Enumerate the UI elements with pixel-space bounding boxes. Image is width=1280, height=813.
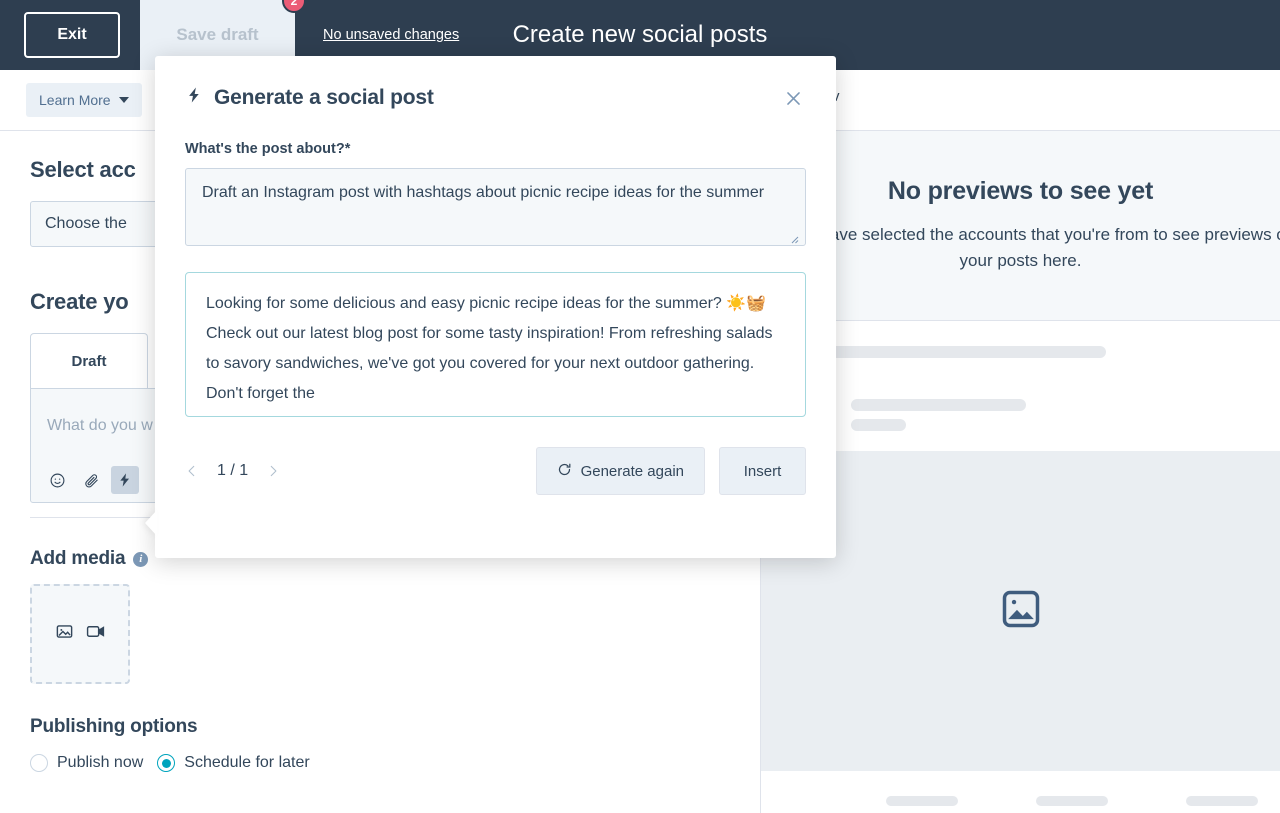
- ai-generate-icon[interactable]: [111, 466, 139, 494]
- radio-schedule-later[interactable]: Schedule for later: [157, 754, 309, 772]
- result-pager: 1 / 1: [185, 462, 280, 480]
- radio-schedule-later-label: Schedule for later: [184, 754, 309, 772]
- refresh-icon: [557, 462, 572, 481]
- modal-header: Generate a social post: [185, 84, 806, 112]
- preview-skeleton-bar: [851, 419, 906, 431]
- modal-title: Generate a social post: [185, 84, 434, 112]
- info-icon[interactable]: i: [133, 552, 148, 567]
- radio-schedule-later-circle[interactable]: [157, 754, 175, 772]
- next-result-icon[interactable]: [266, 462, 280, 480]
- preview-empty-state: No previews to see yet sure you have sel…: [761, 131, 1280, 321]
- modal-footer: 1 / 1 Generate again: [185, 447, 806, 495]
- exit-button-label: Exit: [57, 26, 86, 44]
- save-draft-label: Save draft: [176, 25, 258, 45]
- radio-publish-now-label: Publish now: [57, 754, 143, 772]
- preview-image-placeholder: [761, 451, 1280, 771]
- video-upload-icon[interactable]: [86, 622, 105, 646]
- compose-placeholder: What do you w: [47, 417, 153, 435]
- compose-toolbar: [43, 466, 139, 494]
- radio-publish-now[interactable]: Publish now: [30, 754, 143, 772]
- insert-label: Insert: [744, 463, 782, 480]
- prompt-field-label: What's the post about?*: [185, 141, 806, 157]
- preview-column: No previews to see yet sure you have sel…: [760, 131, 1280, 813]
- publishing-options-radios: Publish now Schedule for later: [30, 754, 730, 772]
- chevron-down-icon: [119, 97, 129, 103]
- lightning-bolt-icon: [185, 84, 203, 112]
- choose-accounts-value: Choose the: [45, 215, 127, 233]
- learn-more-dropdown[interactable]: Learn More: [26, 83, 142, 117]
- insert-button[interactable]: Insert: [719, 447, 806, 495]
- unsaved-changes-label: No unsaved changes: [323, 27, 459, 43]
- prompt-input[interactable]: [185, 168, 806, 246]
- preview-footer: [761, 771, 1280, 813]
- radio-publish-now-circle[interactable]: [30, 754, 48, 772]
- generate-again-label: Generate again: [581, 463, 684, 480]
- previous-result-icon[interactable]: [185, 462, 199, 480]
- preview-skeleton-bar: [851, 399, 1026, 411]
- save-draft-badge: 2: [282, 0, 306, 13]
- exit-button[interactable]: Exit: [24, 12, 120, 58]
- image-upload-icon[interactable]: [55, 622, 74, 646]
- attachment-icon[interactable]: [77, 466, 105, 494]
- learn-more-label: Learn More: [39, 92, 111, 108]
- close-icon[interactable]: [780, 85, 806, 111]
- preview-footer-skeleton: [886, 796, 958, 806]
- tab-draft[interactable]: Draft: [30, 333, 148, 389]
- generate-again-button[interactable]: Generate again: [536, 447, 705, 495]
- preview-footer-skeleton: [1186, 796, 1258, 806]
- publishing-options-heading: Publishing options: [30, 716, 730, 738]
- app-root: Exit Save draft 2 No unsaved changes Cre…: [0, 0, 1280, 813]
- generated-result-text[interactable]: Looking for some delicious and easy picn…: [185, 272, 806, 417]
- preview-empty-title: No previews to see yet: [888, 177, 1153, 206]
- tab-draft-label: Draft: [71, 353, 106, 370]
- page-indicator: 1 / 1: [217, 462, 248, 480]
- emoji-icon[interactable]: [43, 466, 71, 494]
- image-placeholder-icon: [999, 587, 1043, 636]
- media-dropzone[interactable]: [30, 584, 130, 684]
- modal-title-text: Generate a social post: [214, 86, 434, 110]
- modal-action-buttons: Generate again Insert: [536, 447, 806, 495]
- add-media-heading: Add media: [30, 548, 125, 570]
- preview-footer-skeleton: [1036, 796, 1108, 806]
- generate-social-post-modal: Generate a social post What's the post a…: [155, 56, 836, 558]
- modal-pointer-caret: [145, 510, 157, 536]
- preview-skeleton-bar: [826, 346, 1106, 358]
- unsaved-changes-link[interactable]: No unsaved changes: [323, 27, 459, 43]
